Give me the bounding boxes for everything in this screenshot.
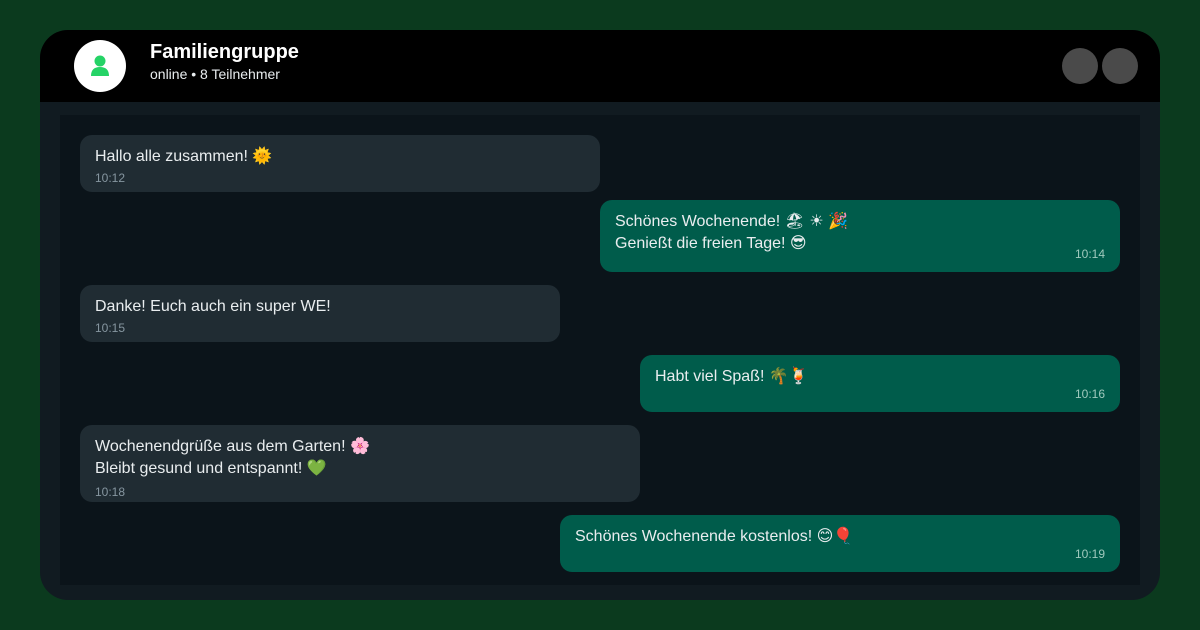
- message-time: 10:12: [95, 171, 126, 185]
- message-bubble-outgoing[interactable]: Schönes Wochenende kostenlos! 😊🎈 10:19: [560, 515, 1120, 572]
- message-text: Danke! Euch auch ein super WE!: [95, 298, 331, 315]
- chat-window: Familiengruppe online • 8 Teilnehmer Hal…: [40, 30, 1160, 600]
- message-time: 10:14: [1074, 247, 1105, 261]
- message-text: Hallo alle zusammen! 🌞: [95, 148, 273, 165]
- message-text: Schönes Wochenende! 🏖 ☀ 🎉: [615, 213, 849, 230]
- message-text: Wochenendgrüße aus dem Garten! 🌸: [95, 438, 370, 455]
- message-list: Hallo alle zusammen! 🌞 10:12 Schönes Woc…: [60, 115, 1140, 585]
- message-time: 10:15: [95, 321, 126, 335]
- group-title: Familiengruppe: [150, 41, 299, 63]
- group-avatar[interactable]: [74, 40, 126, 92]
- group-status: online • 8 Teilnehmer: [150, 66, 280, 82]
- header-action-button-1[interactable]: [1062, 48, 1098, 84]
- message-bubble-incoming[interactable]: Hallo alle zusammen! 🌞 10:12: [80, 135, 600, 192]
- user-icon: [91, 55, 109, 76]
- message-time: 10:19: [1074, 547, 1105, 561]
- chat-header: Familiengruppe online • 8 Teilnehmer: [40, 30, 1160, 102]
- message-time: 10:18: [95, 485, 126, 499]
- message-bubble-outgoing[interactable]: Schönes Wochenende! 🏖 ☀ 🎉 Genießt die fr…: [600, 200, 1120, 272]
- message-text: Bleibt gesund und entspannt! 💚: [95, 460, 327, 477]
- message-bubble-incoming[interactable]: Wochenendgrüße aus dem Garten! 🌸 Bleibt …: [80, 425, 640, 502]
- message-text: Genießt die freien Tage! 😎: [615, 235, 807, 252]
- header-action-button-2[interactable]: [1102, 48, 1138, 84]
- message-bubble-incoming[interactable]: Danke! Euch auch ein super WE! 10:15: [80, 285, 560, 342]
- message-text: Habt viel Spaß! 🌴🍹: [655, 368, 809, 385]
- message-time: 10:16: [1074, 387, 1105, 401]
- message-text: Schönes Wochenende kostenlos! 😊🎈: [575, 528, 854, 545]
- message-bubble-outgoing[interactable]: Habt viel Spaß! 🌴🍹 10:16: [640, 355, 1120, 412]
